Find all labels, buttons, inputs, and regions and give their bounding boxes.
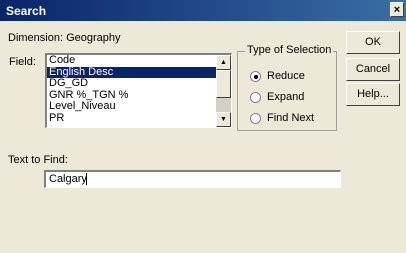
text-caret xyxy=(86,173,87,185)
selection-type-group: Type of Selection Reduce Expand Find Nex… xyxy=(237,44,337,131)
scroll-up-arrow-icon[interactable]: ▲ xyxy=(216,55,231,70)
list-item[interactable]: DG_GD xyxy=(47,77,217,90)
list-item[interactable]: Level_Niveau xyxy=(47,100,217,113)
text-to-find-value: Calgary xyxy=(49,173,87,185)
list-item[interactable]: Code xyxy=(47,55,217,67)
window-title: Search xyxy=(6,4,47,18)
cancel-button[interactable]: Cancel xyxy=(346,58,400,81)
scrollbar-thumb[interactable] xyxy=(216,70,231,98)
help-button[interactable]: Help... xyxy=(346,83,400,106)
list-item[interactable]: PR xyxy=(47,112,217,125)
text-to-find-label: Text to Find: xyxy=(8,154,68,166)
radio-button[interactable] xyxy=(250,71,261,82)
field-listbox[interactable]: Code English Desc DG_GD GNR %_TGN % Leve… xyxy=(45,53,232,128)
dimension-label: Dimension: Geography xyxy=(8,32,121,44)
radio-button[interactable] xyxy=(250,92,261,103)
scroll-down-arrow-icon[interactable]: ▼ xyxy=(216,112,231,127)
radio-button[interactable] xyxy=(250,113,261,124)
title-bar: Search × xyxy=(0,0,406,21)
radio-label: Expand xyxy=(267,91,305,103)
text-to-find-input[interactable]: Calgary xyxy=(44,170,341,188)
radio-label: Reduce xyxy=(267,70,305,82)
listbox-scrollbar[interactable]: ▲ ▼ xyxy=(216,55,231,127)
ok-button[interactable]: OK xyxy=(346,31,400,54)
selection-type-legend: Type of Selection xyxy=(245,44,334,56)
radio-label: Find Next xyxy=(267,112,315,124)
close-icon[interactable]: × xyxy=(390,2,404,17)
field-label: Field: xyxy=(9,56,36,68)
